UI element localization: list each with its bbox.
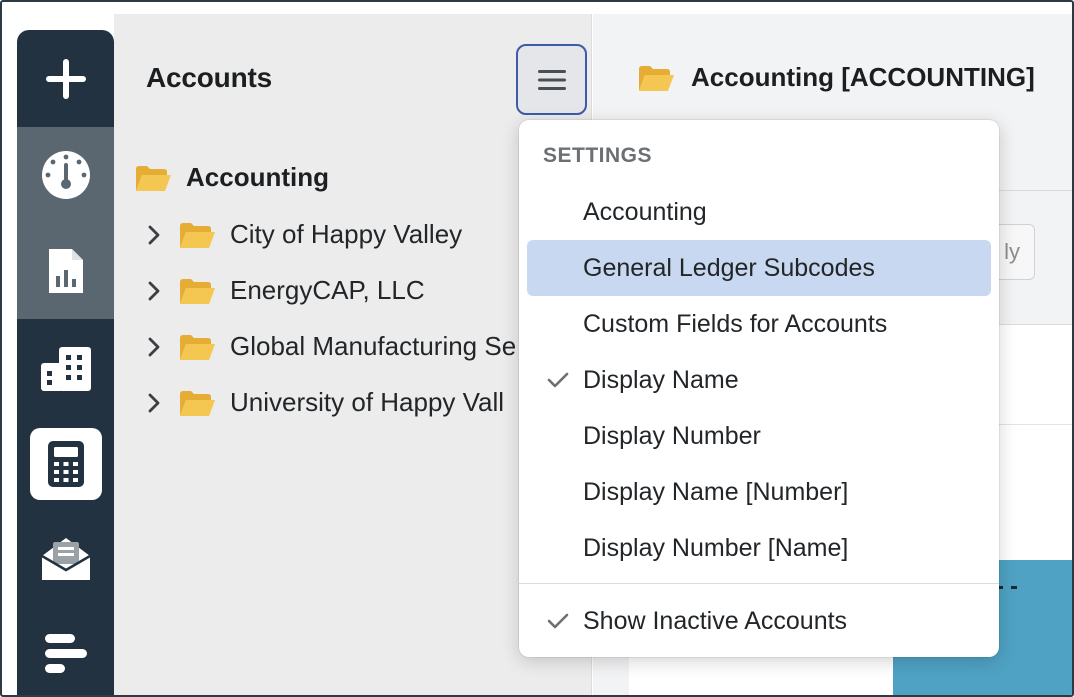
checkmark-icon (547, 372, 569, 388)
menu-item-accounting[interactable]: Accounting (527, 184, 991, 240)
menu-item-label: General Ledger Subcodes (583, 253, 875, 282)
tree-item[interactable]: EnergyCAP, LLC (144, 275, 425, 306)
tree-item-label: EnergyCAP, LLC (230, 275, 425, 305)
folder-open-icon (180, 278, 215, 304)
rail-item-reports[interactable] (17, 223, 114, 319)
panel-title: Accounts (146, 62, 272, 93)
active-item-highlight (29, 428, 102, 500)
checkmark-icon (547, 613, 569, 629)
menu-item-display-number[interactable]: Display Number (527, 408, 991, 464)
tree-item-label: Global Manufacturing Se (230, 331, 517, 361)
tree-item[interactable]: University of Happy Vall (144, 387, 504, 418)
mail-clipboard-icon (40, 538, 91, 580)
tree-root-label: Accounting (186, 162, 329, 192)
dropdown-header: SETTINGS (543, 144, 653, 167)
filter-button-label: ly (1004, 239, 1020, 264)
menu-divider (519, 583, 999, 584)
folder-open-icon (180, 222, 215, 248)
tree-item[interactable]: Global Manufacturing Se (144, 331, 516, 362)
gantt-icon (44, 634, 87, 673)
rail-item-mail[interactable] (17, 509, 114, 609)
rail-item-buildings[interactable] (17, 319, 114, 419)
tree-root[interactable]: Accounting (134, 162, 329, 193)
menu-item-show-inactive[interactable]: Show Inactive Accounts (527, 593, 991, 649)
calculator-icon (47, 441, 84, 487)
menu-item-label: Display Name [Number] (583, 477, 849, 506)
folder-open-icon (136, 165, 171, 191)
dashboard-gauge-icon (41, 151, 90, 199)
app-frame: Accounts Accounting City of Happy Valley… (0, 0, 1074, 697)
menu-item-display-name-number[interactable]: Display Name [Number] (527, 464, 991, 520)
folder-open-icon (180, 334, 215, 360)
chevron-right-icon[interactable] (144, 392, 164, 414)
tree-item-label: University of Happy Vall (230, 387, 505, 417)
menu-item-gl-subcodes[interactable]: General Ledger Subcodes (527, 240, 991, 296)
tree-item-label: City of Happy Valley (230, 219, 463, 249)
folder-open-icon (180, 390, 215, 416)
settings-dropdown: SETTINGS Accounting General Ledger Subco… (519, 120, 999, 657)
chevron-right-icon[interactable] (144, 336, 164, 358)
menu-item-custom-fields[interactable]: Custom Fields for Accounts (527, 296, 991, 352)
menu-item-display-number-name[interactable]: Display Number [Name] (527, 520, 991, 576)
menu-item-label: Show Inactive Accounts (583, 606, 848, 635)
folder-open-icon (639, 65, 674, 91)
settings-menu-button[interactable] (516, 44, 587, 115)
menu-item-label: Display Number (583, 421, 761, 450)
menu-item-label: Display Number [Name] (583, 533, 849, 562)
rail-item-dashboard[interactable] (17, 127, 114, 223)
chevron-right-icon[interactable] (144, 224, 164, 246)
tree-item[interactable]: City of Happy Valley (144, 219, 462, 250)
menu-item-display-name[interactable]: Display Name (527, 352, 991, 408)
icon-rail (17, 30, 114, 695)
rail-item-accounting[interactable] (17, 419, 114, 509)
rail-item-gantt[interactable] (17, 609, 114, 695)
report-chart-icon (48, 249, 83, 293)
menu-item-label: Display Name (583, 365, 739, 394)
rail-item-add[interactable] (17, 30, 114, 127)
buildings-icon (40, 347, 91, 391)
chevron-right-icon[interactable] (144, 280, 164, 302)
plus-icon (45, 58, 86, 99)
menu-item-label: Accounting (583, 197, 707, 226)
content-header: Accounting [ACCOUNTING] (637, 62, 1035, 93)
content-title: Accounting [ACCOUNTING] (691, 62, 1035, 92)
menu-item-label: Custom Fields for Accounts (583, 309, 888, 338)
hamburger-icon (537, 69, 566, 90)
